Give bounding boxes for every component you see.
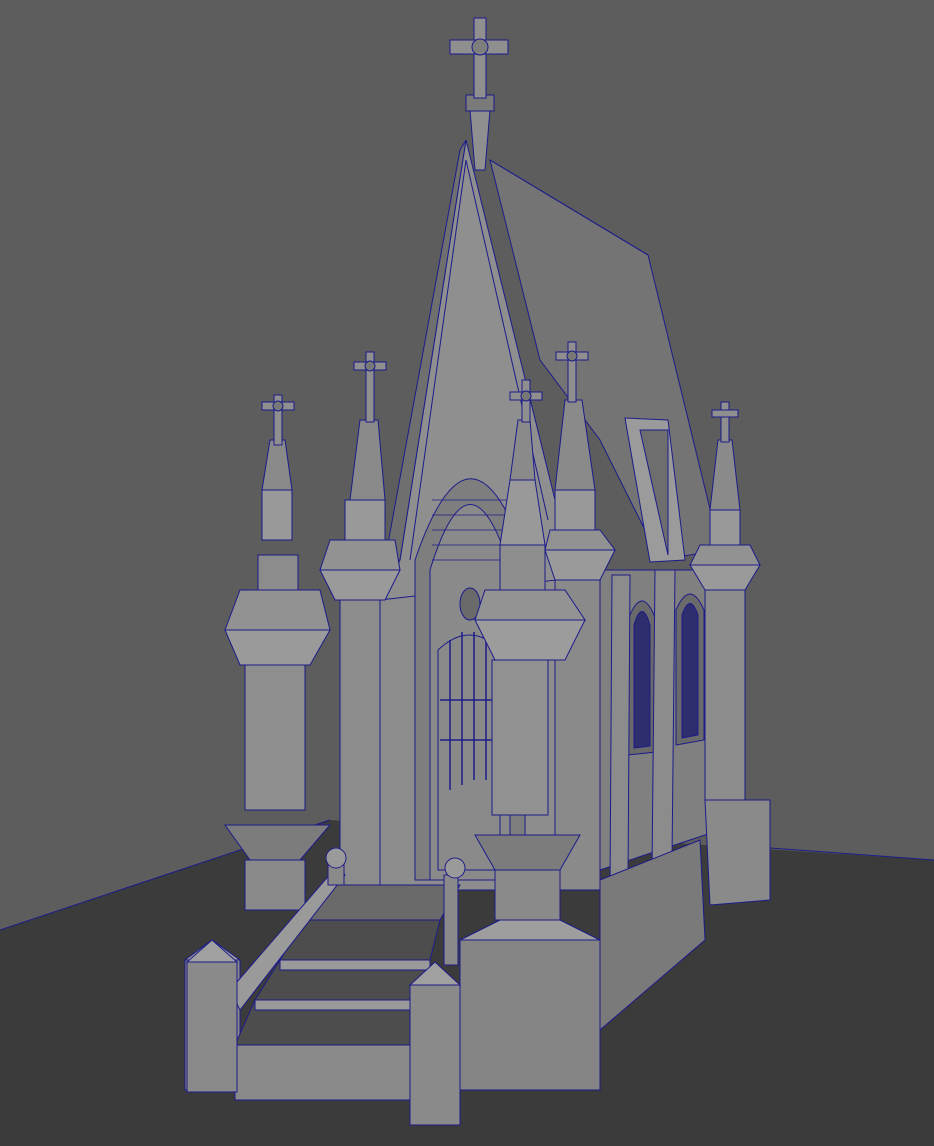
3d-viewport[interactable] — [0, 0, 934, 1146]
newel-post-right — [409, 984, 461, 1126]
spire-cross — [469, 109, 491, 171]
newel-post-left — [186, 961, 238, 1093]
stair-railing-right — [443, 874, 459, 966]
gothic-chapel-render — [0, 17, 934, 1146]
